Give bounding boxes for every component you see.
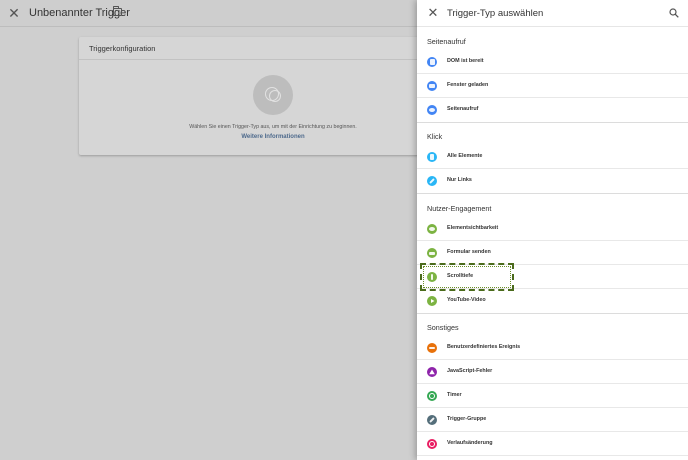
window-icon bbox=[427, 81, 437, 91]
folder-icon[interactable] bbox=[113, 6, 122, 16]
search-icon[interactable] bbox=[669, 8, 679, 18]
scroll-depth-highlight bbox=[420, 263, 514, 291]
trigger-placeholder-icon[interactable] bbox=[253, 75, 293, 115]
item-label: Fenster geladen bbox=[447, 82, 489, 88]
link-icon bbox=[427, 176, 437, 186]
item-label: Formular senden bbox=[447, 249, 491, 255]
timer-icon bbox=[427, 391, 437, 401]
trigger-type-element-visibility[interactable]: Elementsichtbarkeit bbox=[417, 217, 688, 241]
trigger-type-dom-ready[interactable]: DOM ist bereit bbox=[417, 50, 688, 74]
item-label: DOM ist bereit bbox=[447, 58, 484, 64]
section-label-seitenaufruf: Seitenaufruf bbox=[427, 37, 466, 46]
group-icon bbox=[427, 415, 437, 425]
play-icon bbox=[427, 296, 437, 306]
divider bbox=[79, 59, 469, 60]
panel-title: Trigger-Typ auswählen bbox=[447, 8, 544, 19]
panel-header: ✕ Trigger-Typ auswählen bbox=[417, 0, 688, 27]
learn-more-link[interactable]: Weitere Informationen bbox=[79, 134, 467, 140]
trigger-type-panel: ✕ Trigger-Typ auswählen Seitenaufruf DOM… bbox=[417, 0, 688, 460]
section-label-nutzer-engagement: Nutzer-Engagement bbox=[427, 204, 492, 213]
item-label: YouTube-Video bbox=[447, 297, 486, 303]
history-icon bbox=[427, 439, 437, 449]
config-card-title: Triggerkonfiguration bbox=[89, 44, 156, 53]
item-label: Timer bbox=[447, 392, 462, 398]
visibility-icon bbox=[427, 224, 437, 234]
close-icon[interactable]: ✕ bbox=[427, 6, 439, 20]
trigger-type-page-view[interactable]: Seitenaufruf bbox=[417, 98, 688, 122]
item-label: Verlaufsänderung bbox=[447, 440, 493, 446]
trigger-type-all-elements[interactable]: Alle Elemente bbox=[417, 145, 688, 169]
close-icon[interactable]: ✕ bbox=[8, 6, 20, 20]
trigger-type-history-change[interactable]: Verlaufsänderung bbox=[417, 432, 688, 456]
item-label: Elementsichtbarkeit bbox=[447, 225, 499, 231]
item-label: Nur Links bbox=[447, 177, 472, 183]
section-divider bbox=[417, 313, 688, 314]
item-label: Benutzerdefiniertes Ereignis bbox=[447, 344, 521, 350]
cursor-icon bbox=[427, 152, 437, 162]
section-divider bbox=[417, 122, 688, 123]
eye-icon bbox=[427, 105, 437, 115]
section-divider bbox=[417, 193, 688, 194]
form-icon bbox=[427, 248, 437, 258]
item-label: JavaScript-Fehler bbox=[447, 368, 493, 374]
item-label: Alle Elemente bbox=[447, 153, 483, 159]
trigger-type-form-submission[interactable]: Formular senden bbox=[417, 241, 688, 265]
item-label: Trigger-Gruppe bbox=[447, 416, 487, 422]
document-icon bbox=[427, 57, 437, 67]
trigger-type-window-loaded[interactable]: Fenster geladen bbox=[417, 74, 688, 98]
warning-icon bbox=[427, 367, 437, 377]
trigger-type-youtube-video[interactable]: YouTube-Video bbox=[417, 289, 688, 313]
divider bbox=[417, 455, 688, 456]
config-card-hint: Wählen Sie einen Trigger-Typ aus, um mit… bbox=[189, 124, 357, 130]
trigger-type-timer[interactable]: Timer bbox=[417, 384, 688, 408]
trigger-type-javascript-error[interactable]: JavaScript-Fehler bbox=[417, 360, 688, 384]
section-label-sonstiges: Sonstiges bbox=[427, 323, 459, 332]
trigger-type-custom-event[interactable]: Benutzerdefiniertes Ereignis bbox=[417, 336, 688, 360]
section-label-klick: Klick bbox=[427, 132, 443, 141]
trigger-type-trigger-group[interactable]: Trigger-Gruppe bbox=[417, 408, 688, 432]
item-label: Seitenaufruf bbox=[447, 106, 479, 112]
trigger-type-just-links[interactable]: Nur Links bbox=[417, 169, 688, 193]
code-icon bbox=[427, 343, 437, 353]
trigger-configuration-card[interactable]: Triggerkonfiguration Wählen Sie einen Tr… bbox=[79, 37, 469, 155]
